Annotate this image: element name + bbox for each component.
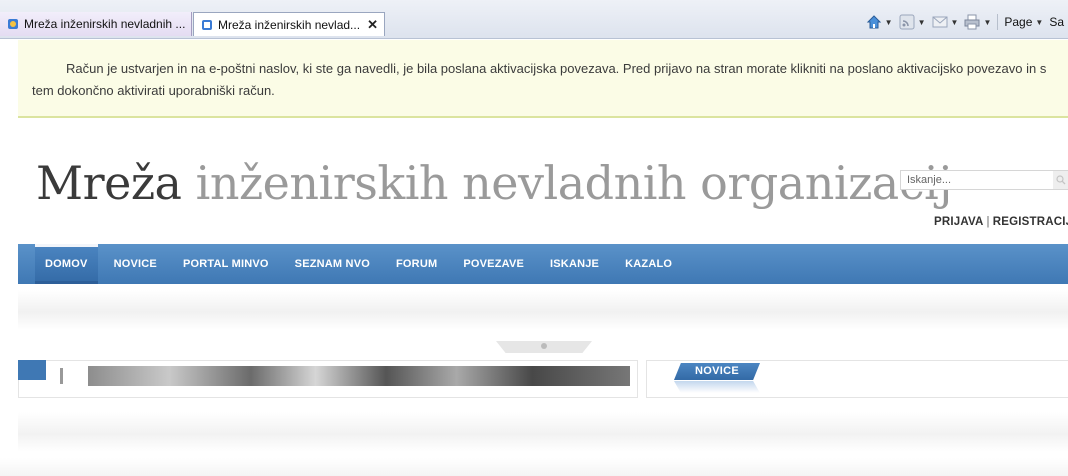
ie-page-icon <box>200 18 214 32</box>
chevron-down-icon[interactable]: ▼ <box>983 18 991 27</box>
command-bar: ▼ ▼ ▼ ▼ Page ▼ Sa <box>866 10 1068 34</box>
browser-toolbar: Mreža inženirskih nevladnih ... Mreža in… <box>0 0 1068 39</box>
search-input[interactable] <box>901 174 1053 186</box>
slider-accent <box>18 360 46 380</box>
register-link[interactable]: REGISTRACIJA <box>993 216 1068 228</box>
safety-menu-button[interactable]: Sa <box>1049 15 1064 29</box>
nav-item-forum[interactable]: FORUM <box>386 244 447 284</box>
chevron-down-icon[interactable]: ▼ <box>885 18 893 27</box>
main-nav: DOMOV NOVICE PORTAL MINVO SEZNAM NVO FOR… <box>18 244 1068 284</box>
mail-icon <box>932 14 948 30</box>
activation-notice: Račun je ustvarjen in na e-poštni naslov… <box>18 40 1068 118</box>
search-button[interactable] <box>1053 171 1068 189</box>
content-divider-strip <box>18 412 1068 452</box>
bottom-fade <box>0 458 1068 476</box>
printer-icon <box>964 14 980 30</box>
site-title[interactable]: Mreža inženirskih nevladnih organizacij <box>36 160 952 206</box>
print-button[interactable]: ▼ <box>964 14 991 30</box>
nav-item-portal-minvo[interactable]: PORTAL MINVO <box>173 244 279 284</box>
auth-separator: | <box>986 216 990 228</box>
ie-page-icon <box>6 17 20 31</box>
auth-links: PRIJAVA|REGISTRACIJA <box>934 216 1068 228</box>
nav-item-povezave[interactable]: POVEZAVE <box>453 244 534 284</box>
news-tab[interactable]: NOVICE <box>674 363 760 380</box>
nav-item-kazalo[interactable]: KAZALO <box>615 244 682 284</box>
browser-tab-2-title: Mreža inženirskih nevlad... <box>218 17 361 32</box>
login-link[interactable]: PRIJAVA <box>934 216 984 228</box>
search-box <box>900 170 1068 190</box>
browser-tab-1-title: Mreža inženirskih nevladnih ... <box>24 17 186 31</box>
site-title-light: inženirskih nevladnih organizacij <box>195 156 953 210</box>
page-menu-button[interactable]: Page ▼ <box>1004 15 1043 29</box>
nav-item-seznam-nvo[interactable]: SEZNAM NVO <box>285 244 380 284</box>
site-title-strong: Mreža <box>36 156 182 210</box>
chevron-down-icon[interactable]: ▼ <box>951 18 959 27</box>
news-tab-reflection <box>674 381 760 393</box>
nav-item-iskanje[interactable]: ISKANJE <box>540 244 609 284</box>
feeds-button[interactable]: ▼ <box>899 14 926 30</box>
collapse-handle-icon <box>541 343 547 349</box>
browser-tab-1[interactable]: Mreža inženirskih nevladnih ... <box>0 12 192 36</box>
slider-handle[interactable] <box>60 368 63 384</box>
nav-item-novice[interactable]: NOVICE <box>104 244 167 284</box>
header-divider-strip <box>18 290 1068 330</box>
close-icon[interactable]: ✕ <box>367 17 378 33</box>
safety-menu-label: Sa <box>1049 15 1064 29</box>
nav-item-domov[interactable]: DOMOV <box>35 244 98 284</box>
home-button[interactable]: ▼ <box>866 14 893 30</box>
chevron-down-icon[interactable]: ▼ <box>918 18 926 27</box>
chevron-down-icon: ▼ <box>1035 17 1044 27</box>
home-icon <box>866 14 882 30</box>
browser-tab-2[interactable]: Mreža inženirskih nevlad... ✕ <box>193 12 385 36</box>
mail-button[interactable]: ▼ <box>932 14 959 30</box>
rss-icon <box>899 14 915 30</box>
slider-image[interactable] <box>88 366 630 386</box>
search-icon <box>1055 175 1065 185</box>
notice-message: Račun je ustvarjen in na e-poštni naslov… <box>32 61 1047 98</box>
page-menu-label: Page <box>1004 15 1033 29</box>
command-separator <box>997 14 999 30</box>
